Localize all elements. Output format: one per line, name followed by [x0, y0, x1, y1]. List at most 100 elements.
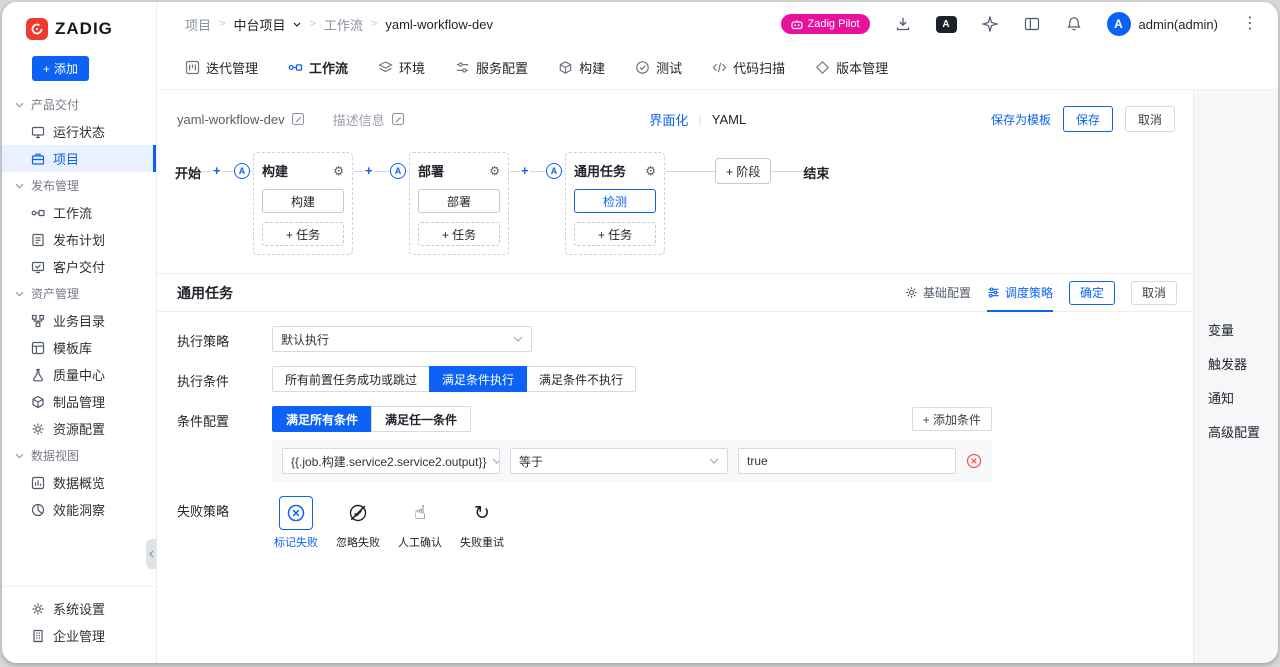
sidebar-item-business-catalog[interactable]: 业务目录 — [2, 307, 156, 334]
sidebar-item-system-settings[interactable]: 系统设置 — [2, 595, 156, 622]
sidebar-group-data-views[interactable]: 数据视图 — [2, 442, 156, 469]
sidebar-collapse-handle[interactable] — [146, 539, 156, 569]
sidebar-group-release-management[interactable]: 发布管理 — [2, 172, 156, 199]
rail-item-notifications[interactable]: 通知 — [1208, 388, 1278, 407]
edit-description-icon[interactable] — [391, 112, 405, 126]
exec-condition-option-skip-if-met[interactable]: 满足条件不执行 — [526, 366, 636, 392]
task-button-deploy[interactable]: 部署 — [418, 189, 500, 213]
chevron-down-icon — [492, 458, 500, 464]
more-menu-icon[interactable]: ⋮ — [1242, 16, 1258, 32]
tab-service-config[interactable]: 服务配置 — [455, 58, 528, 77]
failure-option-mark-failed[interactable]: 标记失败 — [272, 496, 320, 550]
breadcrumb-project-name[interactable]: 中台项目 — [233, 15, 285, 34]
panel-cancel-button[interactable]: 取消 — [1131, 281, 1177, 305]
save-as-template-link[interactable]: 保存为模板 — [991, 111, 1051, 128]
zadig-pilot-button[interactable]: Zadig Pilot — [781, 14, 870, 34]
sidebar-item-workflows[interactable]: 工作流 — [2, 199, 156, 226]
sidebar-item-customer-delivery[interactable]: 客户交付 — [2, 253, 156, 280]
failure-option-manual-confirm[interactable]: ☝ 人工确认 — [396, 496, 444, 550]
download-icon[interactable] — [894, 15, 912, 33]
approval-node-icon[interactable]: A — [234, 163, 250, 179]
delete-condition-icon[interactable] — [966, 453, 982, 469]
tab-workflow[interactable]: 工作流 — [288, 58, 348, 77]
tab-iteration-management[interactable]: 迭代管理 — [185, 58, 258, 77]
task-button-check[interactable]: 检测 — [574, 189, 656, 213]
sidebar-item-resource-config[interactable]: 资源配置 — [2, 415, 156, 442]
approval-node-icon[interactable]: A — [390, 163, 406, 179]
tab-schedule-strategy[interactable]: 调度策略 — [987, 275, 1053, 312]
stage-settings-icon[interactable]: ⚙ — [333, 165, 344, 177]
ai-assistant-icon[interactable]: A — [936, 16, 957, 33]
cond-tab-any-condition[interactable]: 满足任一条件 — [371, 406, 471, 432]
bell-icon[interactable] — [1065, 15, 1083, 33]
task-button-build[interactable]: 构建 — [262, 189, 344, 213]
panel-title: 通用任务 — [177, 283, 233, 303]
sidebar-group-product-delivery[interactable]: 产品交付 — [2, 91, 156, 118]
sidebar-item-artifact-management[interactable]: 制品管理 — [2, 388, 156, 415]
avatar: A — [1107, 12, 1131, 36]
add-button[interactable]: + 添加 — [32, 56, 89, 81]
add-task-button[interactable]: + 任务 — [574, 222, 656, 246]
tab-code-scan[interactable]: 代码扫描 — [712, 58, 785, 77]
gear-icon — [905, 286, 918, 299]
cube-icon — [31, 395, 45, 409]
tab-test[interactable]: 测试 — [635, 58, 682, 77]
sidebar-group-asset-management[interactable]: 资产管理 — [2, 280, 156, 307]
tab-version-management[interactable]: 版本管理 — [815, 58, 888, 77]
add-stage-inline-icon[interactable]: + — [520, 164, 530, 178]
sidebar-item-running-status[interactable]: 运行状态 — [2, 118, 156, 145]
add-task-button[interactable]: + 任务 — [262, 222, 344, 246]
chevron-down-icon — [15, 453, 24, 459]
save-button[interactable]: 保存 — [1063, 106, 1113, 132]
tab-environment[interactable]: 环境 — [378, 58, 425, 77]
chevron-down-icon[interactable] — [293, 22, 301, 27]
rail-item-variables[interactable]: 变量 — [1208, 320, 1278, 339]
cond-tab-all-conditions[interactable]: 满足所有条件 — [272, 406, 372, 432]
breadcrumb-projects[interactable]: 项目 — [185, 15, 211, 34]
user-menu[interactable]: A admin(admin) — [1107, 12, 1218, 36]
stage-card-deploy: 部署 ⚙ 部署 + 任务 — [409, 152, 509, 255]
sidebar-item-quality-center[interactable]: 质量中心 — [2, 361, 156, 388]
clipboard-icon — [31, 233, 45, 247]
exec-condition-option-run-if-met[interactable]: 满足条件执行 — [429, 366, 527, 392]
exec-condition-option-all-prev-success[interactable]: 所有前置任务成功或跳过 — [272, 366, 430, 392]
tab-build[interactable]: 构建 — [558, 58, 605, 77]
exec-strategy-select[interactable]: 默认执行 — [272, 326, 532, 352]
breadcrumb-workflows[interactable]: 工作流 — [324, 15, 363, 34]
rail-item-advanced-config[interactable]: 高级配置 — [1208, 422, 1278, 441]
rail-item-triggers[interactable]: 触发器 — [1208, 354, 1278, 373]
add-stage-inline-icon[interactable]: + — [364, 164, 374, 178]
cancel-button[interactable]: 取消 — [1125, 106, 1175, 132]
workflow-editor: yaml-workflow-dev 描述信息 界面化 | YAML 保存为模板 … — [157, 90, 1193, 663]
sidebar-item-enterprise-management[interactable]: 企业管理 — [2, 622, 156, 649]
kanban-icon — [185, 60, 200, 75]
add-task-button[interactable]: + 任务 — [418, 222, 500, 246]
edit-name-icon[interactable] — [291, 112, 305, 126]
add-stage-inline-icon[interactable]: + — [212, 164, 222, 178]
failure-option-retry[interactable]: ↻ 失败重试 — [458, 496, 506, 550]
sidebar-item-template-library[interactable]: 模板库 — [2, 334, 156, 361]
condition-operator-select[interactable]: 等于 — [510, 448, 728, 474]
condition-value-input[interactable] — [738, 448, 956, 474]
add-stage-button[interactable]: + 阶段 — [715, 158, 771, 184]
sidebar-item-release-plans[interactable]: 发布计划 — [2, 226, 156, 253]
view-ui-toggle[interactable]: 界面化 — [649, 110, 688, 129]
topbar-actions: Zadig Pilot A A admin(admin) ⋮ — [781, 12, 1258, 36]
stage-settings-icon[interactable]: ⚙ — [489, 165, 500, 177]
sidebar-item-projects[interactable]: 项目 — [2, 145, 156, 172]
sidebar-item-performance-insight[interactable]: 效能洞察 — [2, 496, 156, 523]
stage-settings-icon[interactable]: ⚙ — [645, 165, 656, 177]
add-condition-button[interactable]: + 添加条件 — [912, 407, 992, 431]
tab-basic-config[interactable]: 基础配置 — [905, 274, 971, 311]
condition-variable-select[interactable]: {{.job.构建.service2.service2.output}} — [282, 448, 500, 474]
view-yaml-toggle[interactable]: YAML — [712, 112, 746, 127]
bar-chart-icon — [31, 476, 45, 490]
approval-node-icon[interactable]: A — [546, 163, 562, 179]
sidebar-item-data-overview[interactable]: 数据概览 — [2, 469, 156, 496]
condition-row: {{.job.构建.service2.service2.output}} 等于 — [272, 440, 992, 482]
confirm-button[interactable]: 确定 — [1069, 281, 1115, 305]
sparkle-icon[interactable] — [981, 15, 999, 33]
workflow-name: yaml-workflow-dev — [177, 112, 285, 127]
layout-icon[interactable] — [1023, 15, 1041, 33]
failure-option-ignore-failure[interactable]: 忽略失败 — [334, 496, 382, 550]
